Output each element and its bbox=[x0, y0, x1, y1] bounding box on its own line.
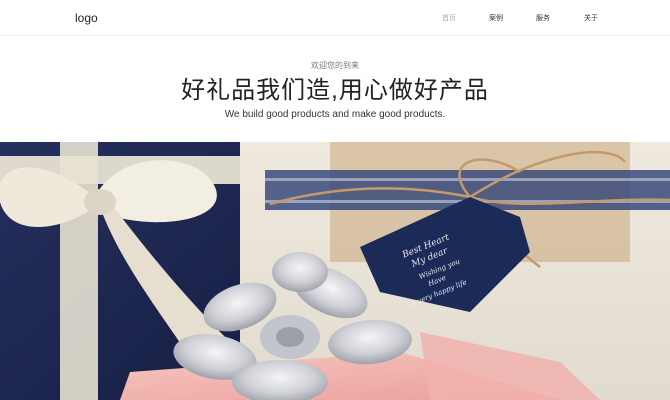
main-nav: 首页 案例 服务 关于 bbox=[0, 13, 670, 25]
hero-section: 欢迎您的到来 好礼品我们造,用心做好产品 We build good produ… bbox=[0, 60, 670, 120]
hero-headline: 好礼品我们造,用心做好产品 bbox=[181, 77, 489, 104]
welcome-text: 欢迎您的到来 bbox=[311, 61, 359, 70]
nav-item-about[interactable]: 关于 bbox=[584, 13, 598, 23]
nav-item-cases[interactable]: 案例 bbox=[489, 13, 503, 23]
nav-item-services[interactable]: 服务 bbox=[536, 13, 550, 23]
nav-item-home[interactable]: 首页 bbox=[442, 13, 456, 23]
site-header: logo 首页 案例 服务 关于 bbox=[0, 0, 670, 36]
hero-banner-image: Best Heart My dear Wishing you Have a ve… bbox=[0, 142, 670, 400]
hero-subheadline: We build good products and make good pro… bbox=[224, 109, 446, 120]
